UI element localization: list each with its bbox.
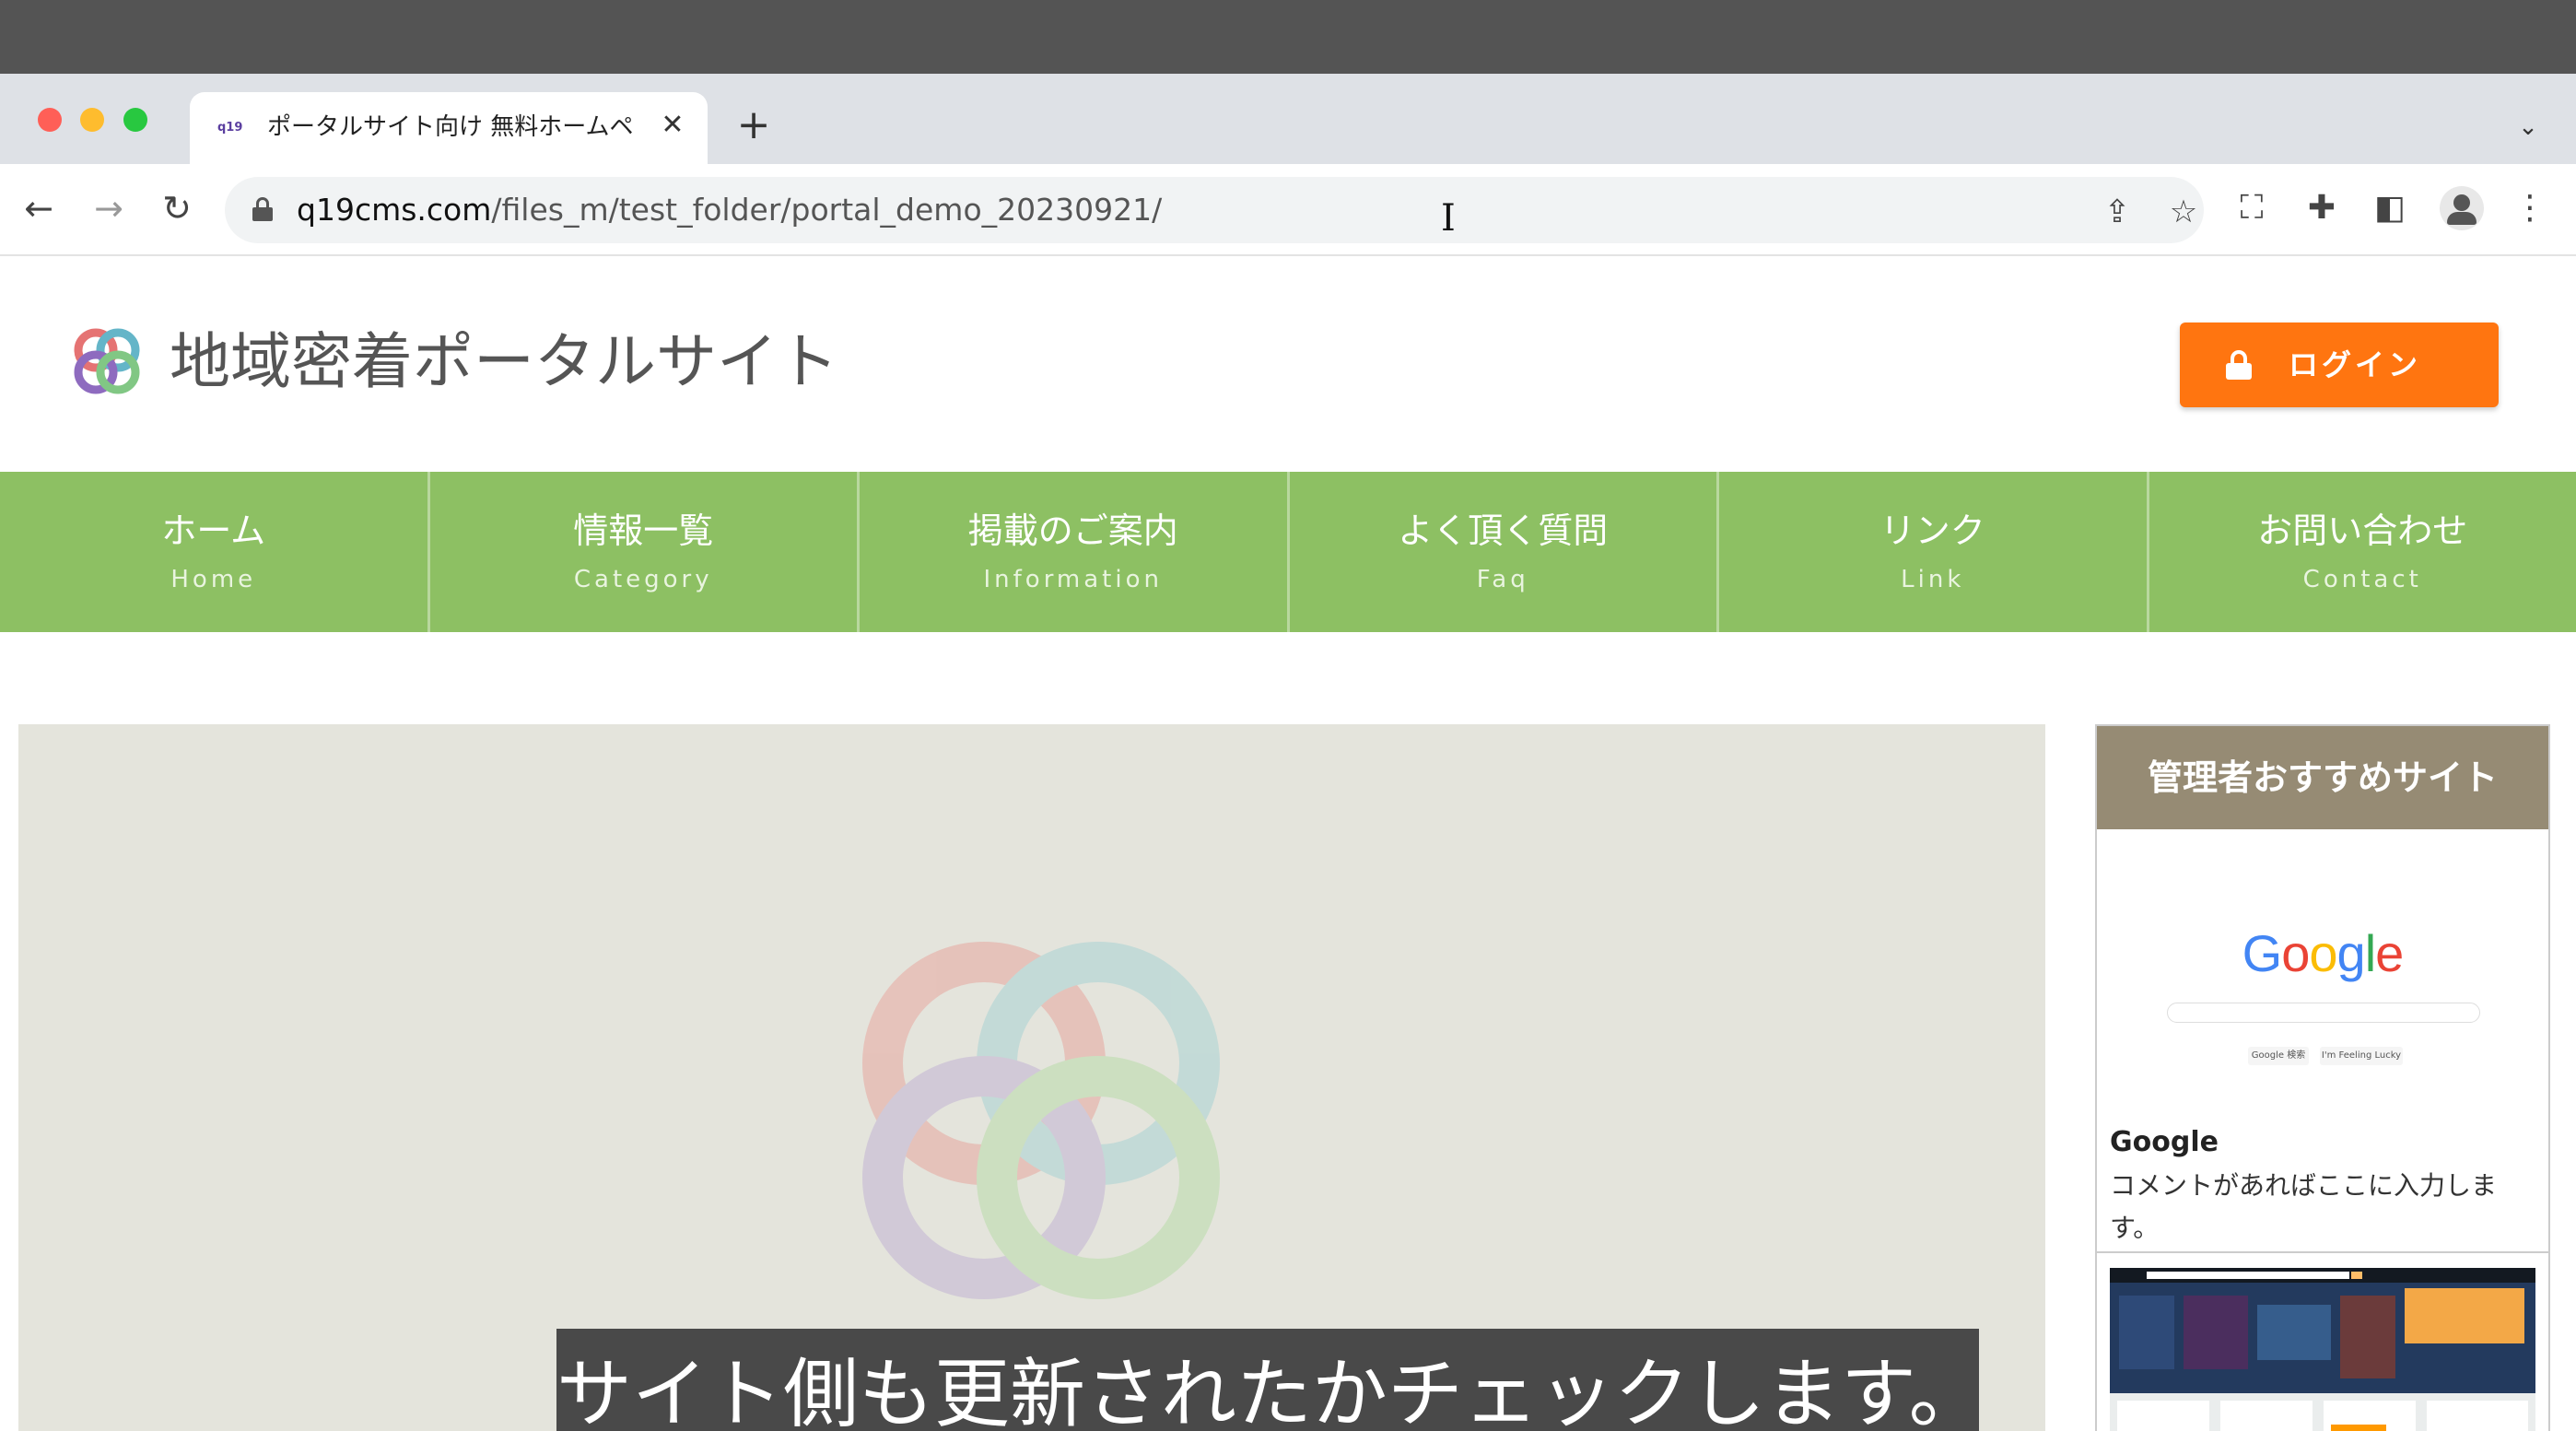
nav-label-en: Faq — [1476, 566, 1529, 593]
nav-item-link[interactable]: リンク Link — [1719, 472, 2149, 632]
global-nav: ホーム Home 情報一覧 Category 掲載のご案内 Informatio… — [0, 472, 2576, 632]
text-cursor-icon: I — [1441, 197, 1456, 240]
nav-item-faq[interactable]: よく頂く質問 Faq — [1290, 472, 1719, 632]
tab-search-chevron-icon[interactable]: ⌄ — [2510, 109, 2547, 146]
screenshot-icon[interactable]: ⛶ — [2230, 186, 2274, 230]
nav-item-category[interactable]: 情報一覧 Category — [430, 472, 860, 632]
card-title[interactable]: Google — [2110, 1124, 2219, 1161]
google-logo: Google — [2242, 924, 2405, 982]
site-card-google[interactable]: Google Google 検索 I'm Feeling Lucky Googl… — [2097, 829, 2548, 1253]
hero-image — [18, 724, 2045, 1431]
login-label: ログイン — [2289, 347, 2422, 382]
nav-label-en: Category — [573, 566, 713, 593]
nav-label-jp: よく頂く質問 — [1398, 510, 1609, 551]
desktop-background — [0, 0, 2576, 74]
nav-label-jp: 情報一覧 — [573, 510, 714, 551]
nav-label-en: Information — [983, 566, 1163, 593]
browser-toolbar: ← → ↻ q19cms.com/files_m/test_folder/por… — [0, 164, 2576, 256]
profile-icon[interactable] — [2440, 186, 2484, 230]
nav-label-jp: お問い合わせ — [2257, 510, 2468, 551]
recommended-sites-sidebar: 管理者おすすめサイト Google Google 検索 I'm Feeling … — [2095, 724, 2550, 1431]
nav-label-jp: 掲載のご案内 — [967, 510, 1178, 551]
google-search-button: Google 検索 — [2248, 1047, 2309, 1065]
nav-label-jp: ホーム — [161, 510, 266, 551]
login-button[interactable]: ログイン — [2180, 323, 2499, 407]
nav-label-en: Home — [170, 566, 257, 593]
star-icon[interactable]: ☆ — [2165, 194, 2202, 230]
tab-bar: q19 ポータルサイト向け 無料ホームペ ✕ + ⌄ — [0, 74, 2576, 164]
amazon-thumbnail[interactable] — [2110, 1268, 2535, 1431]
card-comment: コメントがあればここに入力します。 — [2110, 1170, 2498, 1243]
google-thumbnail[interactable]: Google Google 検索 I'm Feeling Lucky — [2110, 840, 2535, 1089]
maximize-window-button[interactable] — [123, 108, 147, 132]
amazon-thumbnail-graphic — [2110, 1268, 2535, 1431]
menu-icon[interactable]: ⋮ — [2508, 186, 2552, 230]
video-subtitle: サイト側も更新されたかチェックします。 — [556, 1329, 1985, 1431]
nav-label-jp: リンク — [1879, 510, 1985, 551]
address-bar[interactable]: q19cms.com/files_m/test_folder/portal_de… — [225, 177, 2204, 243]
google-search-bar — [2167, 1003, 2480, 1023]
lock-icon[interactable] — [252, 197, 273, 221]
nav-item-information[interactable]: 掲載のご案内 Information — [860, 472, 1290, 632]
tab-favicon-icon: q19 — [217, 121, 243, 135]
forward-icon[interactable]: → — [87, 186, 131, 230]
nav-label-en: Link — [1901, 566, 1965, 593]
sidebar-heading: 管理者おすすめサイト — [2097, 726, 2548, 829]
tab-close-icon[interactable]: ✕ — [654, 107, 691, 144]
nav-item-home[interactable]: ホーム Home — [0, 472, 430, 632]
nav-item-contact[interactable]: お問い合わせ Contact — [2149, 472, 2576, 632]
web-page: 地域密着ポータルサイト ログイン ホーム Home 情報一覧 Category … — [0, 258, 2576, 1431]
tab-title: ポータルサイト向け 無料ホームペ — [267, 113, 634, 141]
reload-icon[interactable]: ↻ — [155, 186, 199, 230]
feeling-lucky-button: I'm Feeling Lucky — [2320, 1047, 2403, 1065]
browser-tab[interactable]: q19 ポータルサイト向け 無料ホームペ ✕ — [190, 92, 708, 164]
lock-icon — [2226, 350, 2252, 380]
new-tab-button[interactable]: + — [735, 105, 772, 146]
url-text[interactable]: q19cms.com/files_m/test_folder/portal_de… — [297, 190, 1162, 230]
close-window-button[interactable] — [38, 108, 62, 132]
site-title[interactable]: 地域密着ポータルサイト — [170, 321, 838, 404]
browser-window: q19 ポータルサイト向け 無料ホームペ ✕ + ⌄ ← → ↻ q19cms.… — [0, 74, 2576, 1431]
site-logo-icon[interactable] — [68, 323, 146, 400]
sidepanel-icon[interactable]: ◧ — [2368, 186, 2412, 230]
nav-label-en: Contact — [2302, 566, 2422, 593]
url-path: /files_m/test_folder/portal_demo_2023092… — [491, 192, 1163, 228]
minimize-window-button[interactable] — [80, 108, 104, 132]
hero-logo-watermark-icon — [862, 942, 1220, 1299]
back-icon[interactable]: ← — [17, 186, 61, 230]
share-icon[interactable]: ⇪ — [2099, 194, 2136, 230]
url-host: q19cms.com — [297, 192, 492, 228]
extensions-icon[interactable]: ✚ — [2300, 186, 2344, 230]
subtitle-text: サイト側も更新されたかチェックします。 — [556, 1351, 1985, 1431]
